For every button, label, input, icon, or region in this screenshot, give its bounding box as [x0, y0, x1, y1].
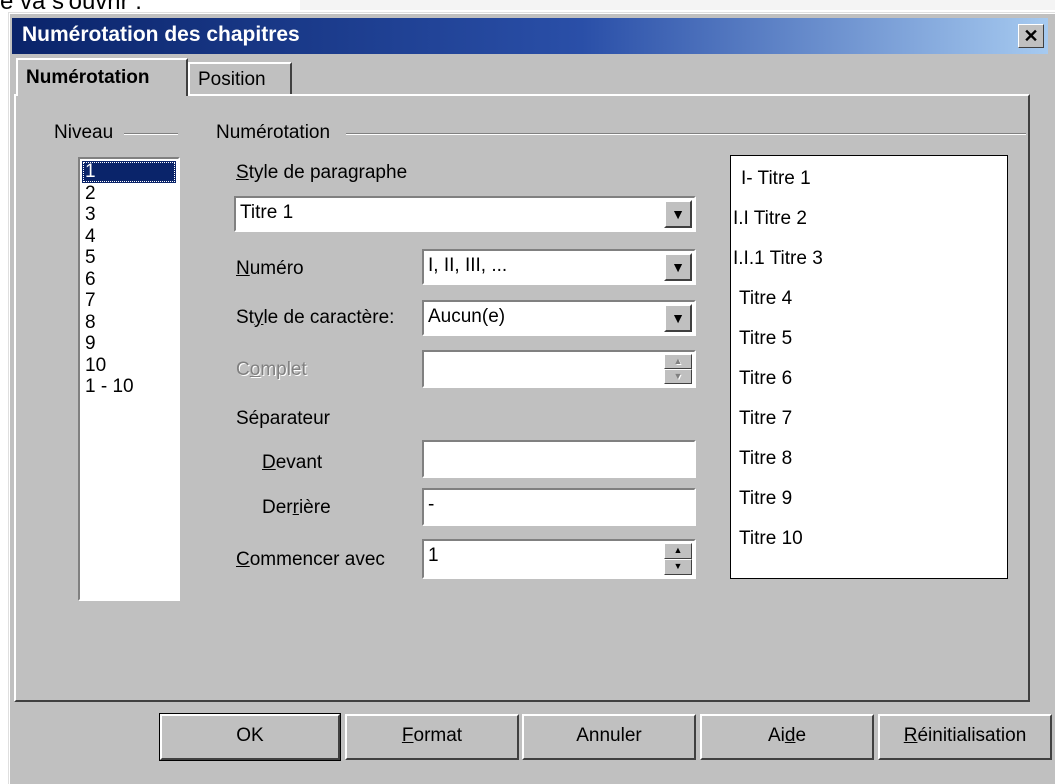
- niveau-list-item[interactable]: 6: [80, 269, 178, 291]
- spin-down-icon: ▼: [664, 369, 692, 384]
- commencer-spinbox[interactable]: 1 ▲ ▼: [422, 539, 696, 579]
- title-bar[interactable]: Numérotation des chapitres ✕: [12, 18, 1048, 54]
- numbering-preview: I- Titre 1 I.I Titre 2 I.I.1 Titre 3 Titre …: [730, 155, 1008, 579]
- niveau-list-item[interactable]: 8: [80, 312, 178, 334]
- numero-combobox[interactable]: I, II, III, ... ▼: [422, 249, 696, 285]
- niveau-list-item[interactable]: 2: [80, 183, 178, 205]
- dialog-title: Numérotation des chapitres: [22, 23, 300, 46]
- niveau-list-item[interactable]: 10: [80, 355, 178, 377]
- derriere-label: Derrière: [262, 497, 331, 518]
- preview-line: Titre 9: [739, 488, 793, 509]
- complet-label: Complet: [236, 359, 307, 380]
- style-caractere-combobox[interactable]: Aucun(e) ▼: [422, 300, 696, 336]
- spin-up-icon: ▲: [664, 354, 692, 369]
- preview-line: Titre 8: [739, 448, 793, 469]
- background-toolbar-strip: [300, 0, 1055, 10]
- niveau-list-item[interactable]: 1: [82, 161, 176, 183]
- close-icon: ✕: [1023, 26, 1039, 46]
- numerotation-group-line: [346, 133, 1026, 135]
- niveau-list-item[interactable]: 1 - 10: [80, 376, 178, 398]
- commencer-spin-buttons[interactable]: ▲ ▼: [664, 543, 692, 575]
- style-caractere-value: Aucun(e): [428, 306, 506, 327]
- niveau-list-item[interactable]: 7: [80, 290, 178, 312]
- niveau-list-item[interactable]: 5: [80, 247, 178, 269]
- style-paragraphe-dropdown-button[interactable]: ▼: [664, 200, 692, 228]
- complet-spinbox: ▲ ▼: [422, 350, 696, 388]
- tab-numerotation[interactable]: Numérotation: [16, 58, 188, 96]
- close-button[interactable]: ✕: [1018, 24, 1044, 48]
- chevron-down-icon: ▼: [671, 206, 685, 222]
- help-button[interactable]: Aide: [700, 714, 874, 760]
- format-button[interactable]: Format: [345, 714, 519, 760]
- spin-down-icon[interactable]: ▼: [664, 559, 692, 575]
- devant-label: Devant: [262, 452, 323, 473]
- commencer-label: Commencer avec: [236, 549, 385, 570]
- preview-line: Titre 5: [739, 328, 793, 349]
- preview-line: I- Titre 1: [741, 168, 811, 189]
- preview-line: Titre 7: [739, 408, 793, 429]
- numero-value: I, II, III, ...: [428, 255, 508, 276]
- chevron-down-icon: ▼: [671, 259, 685, 275]
- commencer-value: 1: [428, 545, 439, 566]
- chevron-down-icon: ▼: [671, 310, 685, 326]
- separateur-label: Séparateur: [236, 408, 331, 429]
- numerotation-group-label: Numérotation: [216, 122, 331, 143]
- ok-button[interactable]: OK: [159, 713, 341, 761]
- reset-button[interactable]: Réinitialisation: [878, 714, 1052, 760]
- derriere-value: -: [428, 494, 435, 515]
- niveau-group-label: Niveau: [54, 122, 114, 143]
- devant-input[interactable]: [422, 440, 696, 478]
- numero-label: Numéro: [236, 258, 304, 279]
- derriere-input[interactable]: -: [422, 488, 696, 526]
- complet-spin-buttons: ▲ ▼: [664, 354, 692, 384]
- niveau-listbox[interactable]: 1 2 3 4 5 6 7 8 9 10 1 - 10: [78, 157, 180, 601]
- niveau-list-item[interactable]: 4: [80, 226, 178, 248]
- preview-line: Titre 4: [739, 288, 793, 309]
- style-paragraphe-label: Style de paragraphe: [236, 162, 408, 183]
- tab-position[interactable]: Position: [188, 62, 292, 94]
- preview-line: I.I.1 Titre 3: [733, 248, 823, 269]
- style-paragraphe-value: Titre 1: [240, 202, 294, 223]
- preview-line: Titre 10: [739, 528, 803, 549]
- preview-line: I.I Titre 2: [733, 208, 807, 229]
- style-caractere-label: Style de caractère:: [236, 307, 395, 328]
- preview-line: Titre 6: [739, 368, 793, 389]
- spin-up-icon[interactable]: ▲: [664, 543, 692, 559]
- numero-dropdown-button[interactable]: ▼: [664, 253, 692, 281]
- niveau-group-line: [124, 133, 178, 135]
- cancel-button[interactable]: Annuler: [522, 714, 696, 760]
- niveau-list-item[interactable]: 3: [80, 204, 178, 226]
- niveau-list-item[interactable]: 9: [80, 333, 178, 355]
- style-paragraphe-combobox[interactable]: Titre 1 ▼: [234, 196, 696, 232]
- style-caractere-dropdown-button[interactable]: ▼: [664, 304, 692, 332]
